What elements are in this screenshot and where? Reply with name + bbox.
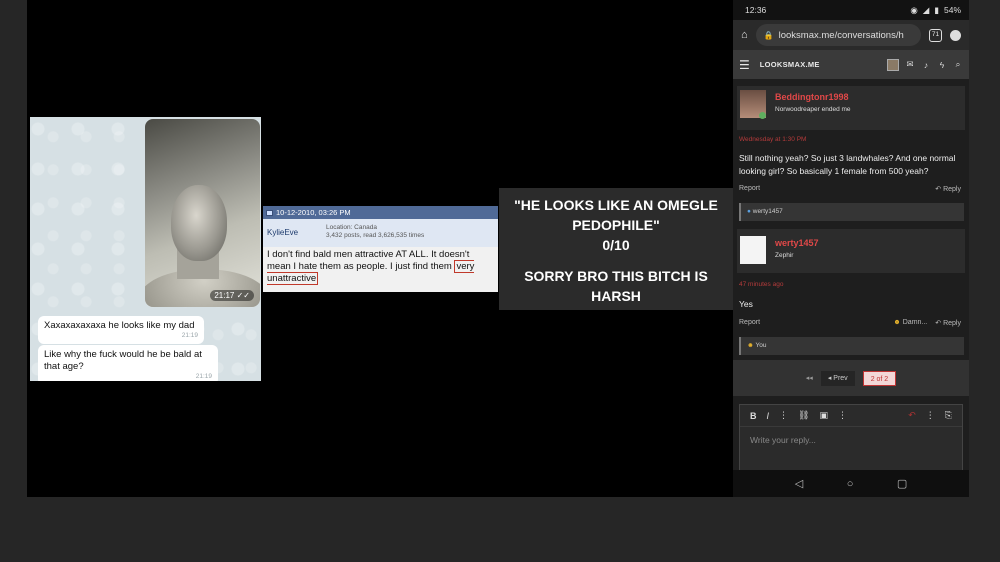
image-icon[interactable]: ▣ (819, 410, 828, 421)
chat-screenshot: 21:17 ✓✓ Xaxaxaxaxaxa he looks like my d… (30, 117, 261, 381)
like-icon: ● (747, 208, 751, 215)
reaction-bar: ● werty1457 (739, 203, 964, 221)
message-text: Xaxaxaxaxaxa he looks like my dad (44, 320, 195, 331)
android-nav-bar: ◁ ○ ▢ (733, 470, 969, 497)
report-link[interactable]: Report (739, 185, 760, 193)
caption-comment: SORRY BRO THIS BITCH IS HARSH (524, 268, 708, 304)
browser-bar: ⌂ 🔒 looksmax.me/conversations/h 71 (733, 20, 969, 50)
message-header: Beddingtonr1998 Norwoodreaper ended me (737, 86, 965, 130)
reply-editor: B I ⋮ ⛓ ▣ ⋮ ↶ ⋮ ⎘ Write your reply... (739, 404, 963, 474)
tab-count-button[interactable]: 71 (929, 28, 942, 42)
battery-icon: ▮ (934, 4, 939, 15)
post-location: Location: Canada (326, 224, 377, 231)
caption-rating: 0/10 (602, 237, 630, 253)
home-button-icon[interactable]: ○ (847, 478, 854, 490)
post-icon (266, 209, 273, 216)
message-timestamp: Wednesday at 1:30 PM (739, 136, 807, 143)
home-icon[interactable]: ⌂ (741, 29, 748, 41)
status-time: 12:36 (745, 5, 767, 15)
more-icon[interactable]: ⋮ (838, 410, 847, 421)
reply-link[interactable]: ↶ Reply (935, 185, 961, 193)
post-body: I don't find bald men attractive AT ALL.… (263, 247, 498, 287)
mail-icon[interactable]: ✉ (905, 59, 915, 70)
message-body: Still nothing yeah? So just 3 landwhales… (739, 153, 956, 176)
status-bar: 12:36 ◉ ◢ ▮ 54% (733, 0, 969, 20)
post-date-bar: 10-12-2010, 03:26 PM (263, 206, 498, 219)
post-username[interactable]: KylieEve (267, 228, 298, 237)
current-page[interactable]: 2 of 2 (862, 370, 897, 386)
shared-photo: 21:17 ✓✓ (145, 119, 260, 307)
post-user-info: Location: Canada 3,432 posts, read 3,626… (326, 224, 424, 240)
chat-message: Xaxaxaxaxaxa he looks like my dad 21:19 (38, 316, 204, 344)
post-date: 10-12-2010, 03:26 PM (276, 208, 351, 217)
undo-icon[interactable]: ↶ (908, 410, 916, 421)
menu-icon[interactable]: ☰ (739, 58, 750, 72)
pagination: ◂◂ ◂ Prev 2 of 2 (733, 360, 969, 396)
url-text: looksmax.me/conversations/h (778, 29, 904, 41)
phone-screenshot: 12:36 ◉ ◢ ▮ 54% ⌂ 🔒 looksmax.me/conversa… (733, 0, 969, 497)
message-actions: Report ☻ Damn... ↶ Reply (739, 319, 961, 327)
reaction-user: You (755, 342, 767, 349)
user-avatar[interactable] (887, 58, 899, 71)
message-time: 21:19 (195, 373, 212, 380)
user-title: Norwoodreaper ended me (775, 106, 851, 113)
message-username[interactable]: Beddingtonr1998 (775, 92, 849, 102)
reply-icon: ↶ (935, 186, 942, 193)
more-icon[interactable]: ⋮ (926, 410, 935, 421)
bold-icon[interactable]: B (750, 411, 757, 421)
chat-message: Like why the fuck would he be bald at th… (38, 345, 218, 381)
post-body-text: I don't find bald men attractive AT ALL.… (267, 249, 470, 272)
site-logo[interactable]: LOOKSMAX.ME (760, 60, 820, 69)
reply-link[interactable]: ↶ Reply (935, 319, 961, 327)
search-icon[interactable]: ⌕ (953, 59, 963, 70)
reaction-user: werty1457 (752, 208, 783, 215)
editor-toolbar: B I ⋮ ⛓ ▣ ⋮ ↶ ⋮ ⎘ (740, 405, 962, 427)
prev-button[interactable]: ◂ Prev (820, 370, 855, 386)
user-title: Zephir (775, 252, 794, 259)
signal-icon: ◢ (922, 4, 930, 15)
recents-icon[interactable]: ▢ (897, 477, 907, 490)
emoji-icon: ☻ (893, 319, 901, 326)
bell-icon[interactable]: ♪ (921, 60, 931, 70)
online-indicator (759, 112, 766, 119)
report-link[interactable]: Report (739, 319, 760, 327)
message-actions: Report ↶ Reply (739, 185, 961, 193)
reply-icon: ↶ (935, 320, 942, 327)
message-text: Like why the fuck would he be bald at th… (44, 349, 202, 372)
message-body: Yes (739, 299, 753, 309)
message-username[interactable]: werty1457 (775, 238, 819, 248)
message-header: werty1457 Zephir (737, 229, 965, 273)
link-icon[interactable]: ⛓ (798, 410, 809, 421)
lock-icon: 🔒 (763, 30, 774, 40)
lightning-icon[interactable]: ϟ (937, 60, 947, 70)
wifi-icon: ◉ (910, 4, 918, 15)
site-header: ☰ LOOKSMAX.ME ✉ ♪ ϟ ⌕ (733, 50, 969, 79)
first-page-icon[interactable]: ◂◂ (806, 374, 813, 382)
message-time: 21:19 (181, 332, 198, 339)
collage-canvas: 21:17 ✓✓ Xaxaxaxaxaxa he looks like my d… (27, 0, 969, 497)
reaction-button[interactable]: ☻ Damn... (893, 319, 927, 327)
post-meta: KylieEve Location: Canada 3,432 posts, r… (263, 219, 498, 247)
address-bar[interactable]: 🔒 looksmax.me/conversations/h (755, 24, 921, 46)
back-icon[interactable]: ◁ (795, 477, 803, 490)
reply-input[interactable]: Write your reply... (740, 427, 962, 453)
forum-post: 10-12-2010, 03:26 PM KylieEve Location: … (263, 206, 498, 292)
battery-level: 54% (943, 5, 961, 15)
avatar[interactable] (740, 236, 766, 264)
caption-quote: "HE LOOKS LIKE AN OMEGLE PEDOPHILE" (514, 197, 718, 233)
reaction-bar: ☻ You (739, 337, 964, 355)
preview-icon[interactable]: ⎘ (945, 410, 952, 421)
caption-box: "HE LOOKS LIKE AN OMEGLE PEDOPHILE" 0/10… (499, 188, 733, 310)
photo-timestamp: 21:17 ✓✓ (210, 290, 254, 301)
profile-icon[interactable] (950, 29, 961, 41)
message-timestamp: 47 minutes ago (739, 281, 784, 288)
post-stats: 3,432 posts, read 3,626,535 times (326, 232, 425, 239)
more-icon[interactable]: ⋮ (779, 410, 788, 421)
italic-icon[interactable]: I (767, 411, 770, 421)
emoji-icon: ☻ (747, 342, 754, 349)
